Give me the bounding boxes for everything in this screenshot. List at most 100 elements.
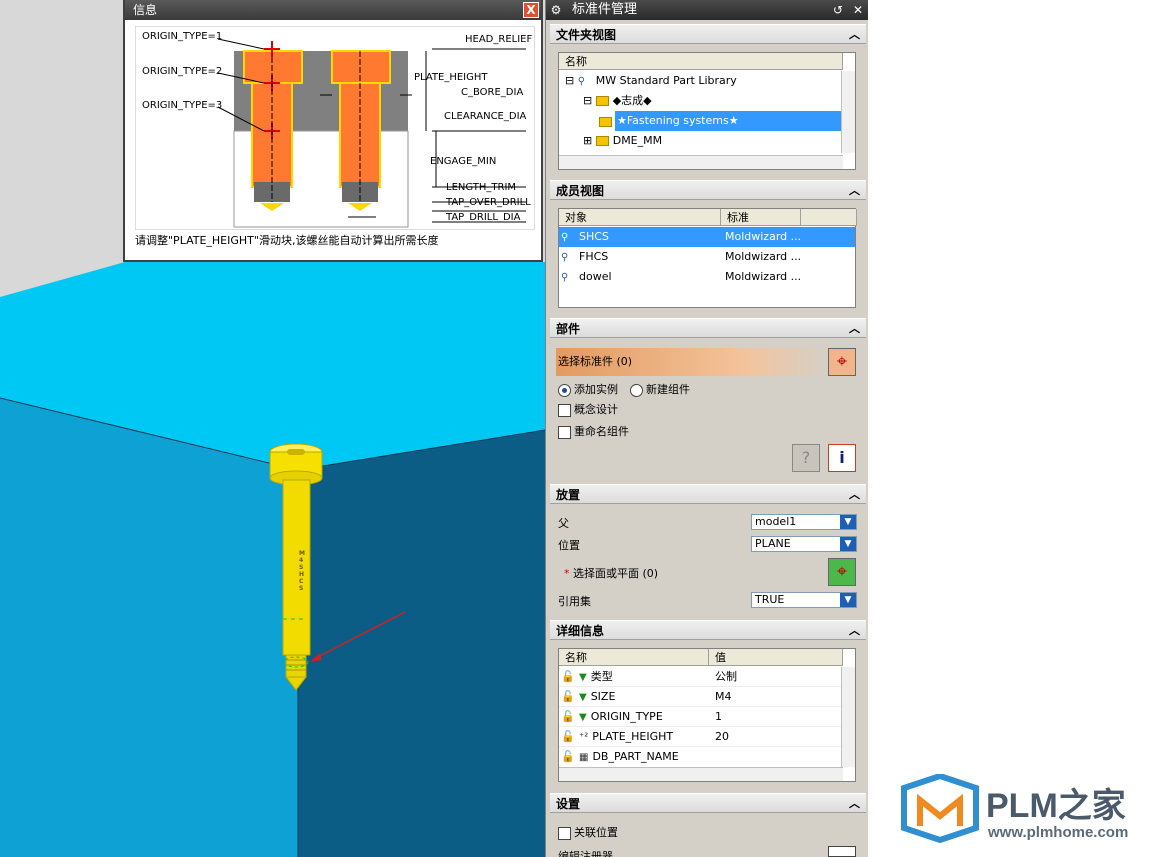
close-icon[interactable]: X <box>523 2 539 18</box>
chevron-up-icon[interactable]: ︿ <box>849 25 860 45</box>
column-header-standard[interactable]: 标准 <box>721 209 801 226</box>
param-value[interactable]: 20 <box>715 727 729 747</box>
param-value[interactable]: 1 <box>715 707 722 727</box>
chevron-up-icon[interactable]: ︿ <box>849 181 860 201</box>
chevron-down-icon[interactable]: ▼ <box>840 537 856 551</box>
section-title: 详细信息 <box>556 624 605 638</box>
chevron-up-icon[interactable]: ︿ <box>849 794 860 814</box>
radio-on-icon[interactable] <box>558 383 571 397</box>
label-tap-drill-dia: TAP_DRILL_DIA <box>446 212 521 223</box>
collapse-icon[interactable]: ⊟ <box>583 94 592 107</box>
lock-icon[interactable]: 🔓 <box>561 671 575 683</box>
refset-label: 引用集 <box>558 595 591 608</box>
label-tap-over-drill: TAP_OVER_DRILL <box>446 197 531 208</box>
section-placement[interactable]: 放置 ︿ <box>550 484 866 504</box>
radio-new-component[interactable]: 新建组件 <box>630 381 690 397</box>
checkbox-rename-component[interactable]: 重命名组件 <box>558 423 629 439</box>
plm-logo-icon <box>901 774 979 844</box>
tree-item[interactable]: ⊟ ⚲ MW Standard Part Library <box>559 71 737 91</box>
tree-item-label: ◆志成◆ <box>612 94 652 107</box>
bolt-diagram: ORIGIN_TYPE=1 ORIGIN_TYPE=2 ORIGIN_TYPE=… <box>135 26 535 230</box>
list-item[interactable]: ⚲ FHCS Moldwizard ... <box>559 247 855 267</box>
param-value[interactable]: 公制 <box>715 667 737 687</box>
gear-icon[interactable]: ⚙ <box>548 2 564 18</box>
list-item-selected[interactable]: ⚲ SHCS Moldwizard ... <box>559 227 855 247</box>
section-title: 成员视图 <box>556 184 605 198</box>
param-value[interactable]: M4 <box>715 687 732 707</box>
checkbox-icon[interactable] <box>558 826 571 840</box>
chevron-up-icon[interactable]: ︿ <box>849 319 860 339</box>
help-icon[interactable]: ? <box>792 444 820 472</box>
close-icon[interactable]: ✕ <box>850 2 866 18</box>
bolt-marking: M4 SHCS <box>299 550 305 592</box>
vertical-scrollbar[interactable] <box>841 71 855 153</box>
folder-tree[interactable]: 名称 ⊟ ⚲ MW Standard Part Library ⊟ ◆志成◆ ★F… <box>558 52 856 170</box>
vertical-scrollbar[interactable] <box>841 667 855 767</box>
part-icon: ⚲ <box>561 251 569 263</box>
section-title: 放置 <box>556 488 581 502</box>
expand-icon[interactable]: ⊞ <box>583 134 592 147</box>
section-folder-view[interactable]: 文件夹视图 ︿ <box>550 24 866 44</box>
details-table[interactable]: 名称 值 🔓 ▼ 类型 公制 🔓 ▼ SIZE M4 🔓 ▼ ORIGIN_TYPE 1 🔓… <box>558 648 856 782</box>
position-label: 位置 <box>558 539 580 552</box>
label-origin-2: ORIGIN_TYPE=2 <box>142 66 223 77</box>
checkbox-icon[interactable] <box>558 403 571 417</box>
lock-icon[interactable]: 🔓 <box>561 731 575 743</box>
tree-item[interactable]: ⊞ DME_MM <box>559 131 662 151</box>
radio-add-instance[interactable]: 添加实例 <box>558 381 618 397</box>
chevron-up-icon[interactable]: ︿ <box>849 485 860 505</box>
chevron-up-icon[interactable]: ︿ <box>849 621 860 641</box>
lock-icon[interactable]: 🔓 <box>561 711 575 723</box>
table-row[interactable]: 🔓 ▦ DB_PART_NAME <box>559 747 841 767</box>
horizontal-scrollbar[interactable] <box>559 155 843 169</box>
checkbox-label: 概念设计 <box>574 403 618 416</box>
dropdown-value: TRUE <box>755 593 785 606</box>
section-details[interactable]: 详细信息 ︿ <box>550 620 866 640</box>
select-face-button[interactable]: ⌖ <box>828 558 856 586</box>
table-row[interactable]: 🔓 ▼ ORIGIN_TYPE 1 <box>559 707 841 727</box>
standard-part-panel: ⚙ 标准件管理 ↺ ✕ 文件夹视图 ︿ 名称 ⊟ ⚲ MW Standard Pa… <box>545 0 868 857</box>
select-face-row[interactable]: * 选择面或平面 (0) <box>564 565 658 581</box>
plmhome-watermark: PLM之家 www.plmhome.com <box>880 770 1152 857</box>
tree-item[interactable]: ⊟ ◆志成◆ <box>559 91 652 111</box>
table-row[interactable]: 🔓 ▼ SIZE M4 <box>559 687 841 707</box>
column-header-name[interactable]: 名称 <box>559 53 843 70</box>
lock-icon[interactable]: 🔓 <box>561 691 575 703</box>
select-part-row[interactable]: 选择标准件 (0) <box>556 348 828 376</box>
refset-dropdown[interactable]: TRUE ▼ <box>751 592 857 608</box>
param-name: DB_PART_NAME <box>592 750 679 763</box>
select-face-label: 选择面或平面 (0) <box>573 567 659 580</box>
select-part-button[interactable]: ⌖ <box>828 348 856 376</box>
column-header-name[interactable]: 名称 <box>559 649 709 666</box>
section-part[interactable]: 部件 ︿ <box>550 318 866 338</box>
position-dropdown[interactable]: PLANE ▼ <box>751 536 857 552</box>
folder-icon <box>599 117 612 127</box>
list-item[interactable]: ⚲ dowel Moldwizard ... <box>559 267 855 287</box>
member-list[interactable]: 对象 标准 ⚲ SHCS Moldwizard ... ⚲ FHCS Moldwiz… <box>558 208 857 308</box>
horizontal-scrollbar[interactable] <box>559 767 843 781</box>
edit-register-icon[interactable] <box>828 846 856 857</box>
numeric-icon: ⁺² <box>579 732 589 743</box>
dropdown-triangle-icon: ▼ <box>579 712 587 723</box>
reset-icon[interactable]: ↺ <box>830 2 846 18</box>
edit-register-label: 编辑注册器 <box>558 850 613 857</box>
chevron-down-icon[interactable]: ▼ <box>840 593 856 607</box>
section-settings[interactable]: 设置 ︿ <box>550 793 866 813</box>
table-row[interactable]: 🔓 ▼ 类型 公制 <box>559 667 841 687</box>
dropdown-value: PLANE <box>755 537 791 550</box>
chevron-down-icon[interactable]: ▼ <box>840 515 856 529</box>
info-icon[interactable]: i <box>828 444 856 472</box>
parent-dropdown[interactable]: model1 ▼ <box>751 514 857 530</box>
column-header-value[interactable]: 值 <box>709 649 843 666</box>
section-member-view[interactable]: 成员视图 ︿ <box>550 180 866 200</box>
lock-icon[interactable]: 🔓 <box>561 751 575 763</box>
checkbox-associative-position[interactable]: 关联位置 <box>558 824 618 840</box>
collapse-icon[interactable]: ⊟ <box>565 74 574 87</box>
table-row[interactable]: 🔓 ⁺² PLATE_HEIGHT 20 <box>559 727 841 747</box>
checkbox-icon[interactable] <box>558 425 571 439</box>
radio-off-icon[interactable] <box>630 383 643 397</box>
checkbox-concept-design[interactable]: 概念设计 <box>558 401 618 417</box>
column-header-object[interactable]: 对象 <box>559 209 721 226</box>
tree-item-selected[interactable]: ★Fastening systems★ <box>615 111 841 131</box>
object-name: dowel <box>579 270 612 283</box>
